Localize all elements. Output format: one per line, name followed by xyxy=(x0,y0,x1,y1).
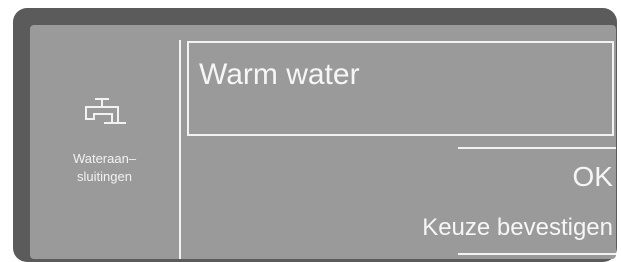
sidebar-label-line2: sluitingen xyxy=(77,169,132,184)
ok-button[interactable]: OK xyxy=(573,160,613,194)
confirm-underline xyxy=(458,253,616,255)
sidebar-divider xyxy=(179,40,181,259)
selected-menu-item-label: Warm water xyxy=(199,58,360,91)
sidebar-label: Wateraan– sluitingen xyxy=(30,150,179,186)
selected-menu-item[interactable]: Warm water xyxy=(187,41,614,136)
sidebar-label-line1: Wateraan– xyxy=(72,151,137,166)
display-screen: Wateraan– sluitingen Warm water OK Keuze… xyxy=(30,25,616,259)
confirm-hint: Keuze bevestigen xyxy=(422,214,613,241)
display-bezel: Wateraan– sluitingen Warm water OK Keuze… xyxy=(13,8,617,262)
ok-separator xyxy=(458,147,616,149)
water-tap-icon xyxy=(85,98,126,124)
